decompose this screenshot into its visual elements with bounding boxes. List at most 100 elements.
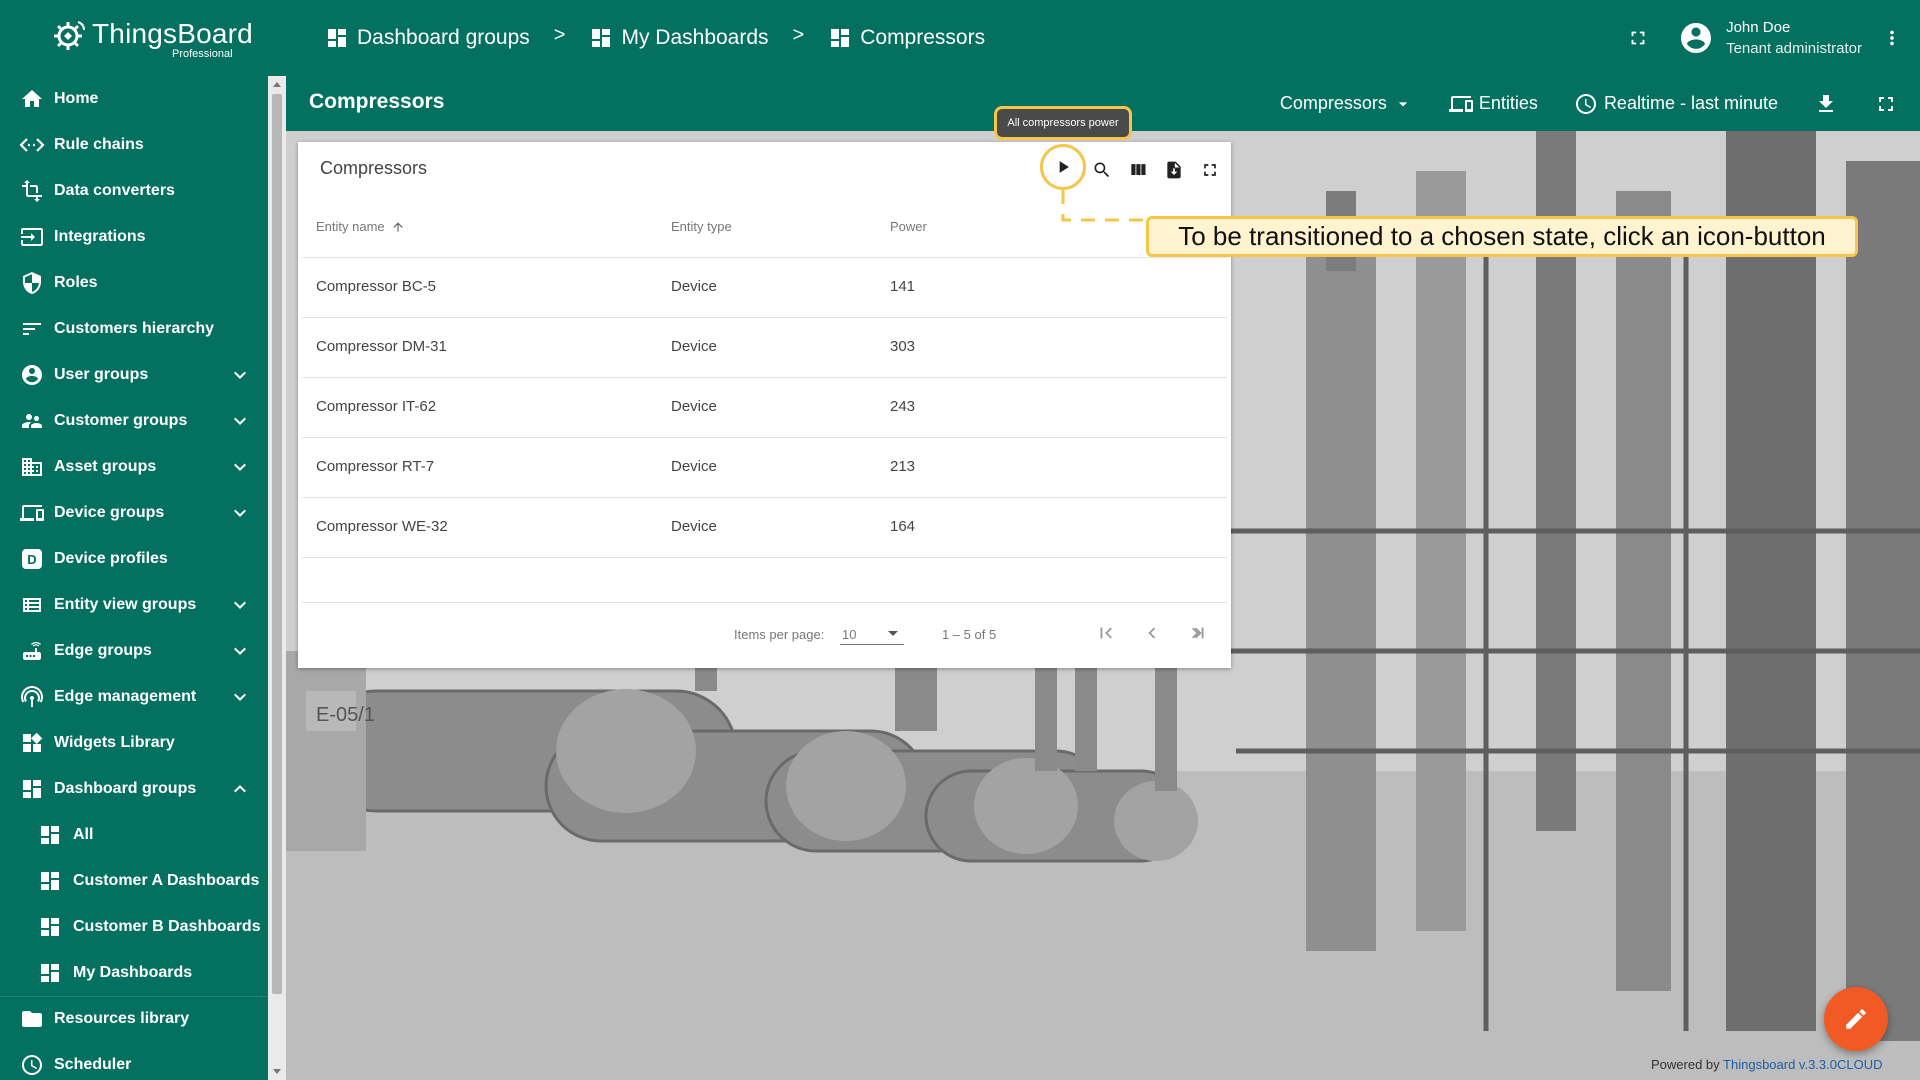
search-icon bbox=[1094, 162, 1110, 178]
state-select[interactable]: Compressors bbox=[1280, 93, 1413, 114]
table-row[interactable]: Compressor WE-32 Device 164 bbox=[302, 497, 1227, 557]
sidebar-item-label: Rule chains bbox=[54, 136, 144, 153]
sidebar-item-label: Edge management bbox=[54, 688, 197, 705]
scroll-up-arrow[interactable] bbox=[273, 82, 281, 87]
scroll-down-arrow[interactable] bbox=[273, 1069, 281, 1074]
chevron-down-icon bbox=[234, 601, 246, 609]
cell-power: 213 bbox=[890, 458, 916, 475]
account-circle-icon bbox=[1681, 23, 1712, 53]
sidebar-item-customers-hierarchy[interactable]: Customers hierarchy bbox=[0, 306, 268, 352]
items-per-page-label: Items per page: bbox=[734, 627, 825, 642]
dashboard-icon bbox=[36, 821, 64, 849]
user-menu[interactable]: John Doe Tenant administrator bbox=[1678, 17, 1862, 59]
home-icon bbox=[18, 85, 46, 113]
last-page-button[interactable] bbox=[1182, 617, 1214, 649]
sidebar-item-dashboard-groups[interactable]: Dashboard groups bbox=[0, 766, 268, 812]
breadcrumb-my-dashboards[interactable]: My Dashboards bbox=[589, 26, 769, 50]
sidebar-item-device-groups[interactable]: Device groups bbox=[0, 490, 268, 536]
widget-fullscreen-button[interactable] bbox=[1192, 152, 1228, 188]
breadcrumb-dashboard-groups[interactable]: Dashboard groups bbox=[325, 26, 530, 50]
download-icon bbox=[1819, 94, 1833, 112]
search-button[interactable] bbox=[1084, 152, 1120, 188]
sidebar-item-customer-groups[interactable]: Customer groups bbox=[0, 398, 268, 444]
paginator: Items per page: 10 1 – 5 of 5 bbox=[302, 602, 1227, 664]
sidebar-item-roles[interactable]: Roles bbox=[0, 260, 268, 306]
powered-by-link[interactable]: Thingsboard v.3.3.0CLOUD bbox=[1723, 1057, 1882, 1072]
sidebar-item-widgets-library[interactable]: Widgets Library bbox=[0, 720, 268, 766]
first-page-button[interactable] bbox=[1090, 617, 1122, 649]
edit-dashboard-button[interactable] bbox=[1824, 987, 1888, 1051]
sidebar-item-customer-b-dashboards[interactable]: Customer B Dashboards bbox=[0, 904, 268, 950]
column-header-entity-name[interactable]: Entity name bbox=[316, 219, 405, 234]
table-row[interactable]: Compressor DM-31 Device 303 bbox=[302, 317, 1227, 377]
account-circle-icon bbox=[18, 361, 46, 389]
column-header-label: Entity type bbox=[671, 219, 732, 234]
sidebar-item-asset-groups[interactable]: Asset groups bbox=[0, 444, 268, 490]
chevron-down-icon bbox=[234, 647, 246, 655]
dashboard-fullscreen-button[interactable] bbox=[1874, 92, 1898, 116]
columns-button[interactable] bbox=[1120, 152, 1156, 188]
sidebar-item-customer-a-dashboards[interactable]: Customer A Dashboards bbox=[0, 858, 268, 904]
dashboard-icon bbox=[36, 867, 64, 895]
cell-power: 141 bbox=[890, 278, 916, 295]
sidebar-item-my-dashboards[interactable]: My Dashboards bbox=[0, 950, 268, 996]
sidebar-item-entity-view-groups[interactable]: Entity view groups bbox=[0, 582, 268, 628]
sidebar-item-label: Edge groups bbox=[54, 642, 152, 659]
fullscreen-button[interactable] bbox=[1620, 20, 1656, 56]
sidebar-item-home[interactable]: Home bbox=[0, 76, 268, 122]
sidebar-item-label: Integrations bbox=[54, 228, 146, 245]
sidebar-item-rule-chains[interactable]: Rule chains bbox=[0, 122, 268, 168]
column-header-power[interactable]: Power bbox=[890, 219, 927, 234]
table-row[interactable]: Compressor BC-5 Device 141 bbox=[302, 257, 1227, 317]
sidebar-item-device-profiles[interactable]: D Device profiles bbox=[0, 536, 268, 582]
breadcrumb-separator: > bbox=[792, 23, 805, 46]
sidebar-item-resources-library[interactable]: Resources library bbox=[0, 996, 268, 1042]
previous-page-button[interactable] bbox=[1136, 617, 1168, 649]
sidebar-item-label: User groups bbox=[54, 366, 149, 383]
sidebar-item-data-converters[interactable]: Data converters bbox=[0, 168, 268, 214]
svg-text:D: D bbox=[27, 552, 36, 567]
sidebar-item-label: Dashboard groups bbox=[54, 780, 197, 797]
edit-icon bbox=[1846, 1009, 1866, 1029]
top-bar: ThingsBoard Professional Dashboard group… bbox=[0, 0, 1920, 76]
sidebar-item-scheduler[interactable]: Scheduler bbox=[0, 1042, 268, 1080]
chevron-down-icon bbox=[234, 417, 246, 425]
input-icon bbox=[18, 223, 46, 251]
column-header-entity-type[interactable]: Entity type bbox=[671, 219, 732, 234]
sidebar-item-all[interactable]: All bbox=[0, 812, 268, 858]
entities-button[interactable]: Entities bbox=[1448, 92, 1538, 116]
device-profile-icon: D bbox=[18, 545, 46, 573]
column-header-label: Entity name bbox=[316, 219, 385, 234]
highlighted-play-button[interactable] bbox=[1040, 144, 1086, 190]
sidebar-item-edge-groups[interactable]: Edge groups bbox=[0, 628, 268, 674]
more-menu-button[interactable] bbox=[1874, 20, 1910, 56]
file-download-icon bbox=[1167, 161, 1181, 179]
table-row[interactable]: Compressor IT-62 Device 243 bbox=[302, 377, 1227, 437]
sidebar-item-user-groups[interactable]: User groups bbox=[0, 352, 268, 398]
export-file-button[interactable] bbox=[1156, 152, 1192, 188]
app-logo[interactable]: ThingsBoard Professional bbox=[50, 14, 253, 62]
sidebar-item-label: Data converters bbox=[54, 182, 175, 199]
clock-icon bbox=[1575, 93, 1596, 114]
breadcrumb-label: My Dashboards bbox=[621, 26, 769, 49]
sidebar-item-label: All bbox=[73, 826, 94, 843]
fullscreen-icon bbox=[1879, 96, 1893, 111]
sidebar-item-label: Device groups bbox=[54, 504, 165, 521]
sidebar-item-label: Device profiles bbox=[54, 550, 168, 567]
sidebar-item-label: Widgets Library bbox=[54, 734, 175, 751]
cell-power: 243 bbox=[890, 398, 916, 415]
sidebar-item-integrations[interactable]: Integrations bbox=[0, 214, 268, 260]
timewindow-button[interactable]: Realtime - last minute bbox=[1574, 92, 1778, 116]
cell-entity-type: Device bbox=[671, 398, 717, 415]
items-per-page-value: 10 bbox=[842, 627, 857, 642]
sidebar-scrollbar[interactable] bbox=[268, 76, 286, 1080]
chevron-left-icon bbox=[1148, 627, 1156, 639]
view-column-icon bbox=[1131, 164, 1146, 175]
export-button[interactable] bbox=[1814, 92, 1838, 116]
table-row[interactable]: Compressor RT-7 Device 213 bbox=[302, 437, 1227, 497]
scroll-thumb[interactable] bbox=[272, 94, 282, 994]
chevron-down-icon bbox=[234, 509, 246, 517]
sidebar-item-edge-management[interactable]: Edge management bbox=[0, 674, 268, 720]
sidebar: Home Rule chains Data converters Integra… bbox=[0, 76, 268, 1080]
items-per-page-select[interactable]: 10 bbox=[840, 623, 904, 645]
